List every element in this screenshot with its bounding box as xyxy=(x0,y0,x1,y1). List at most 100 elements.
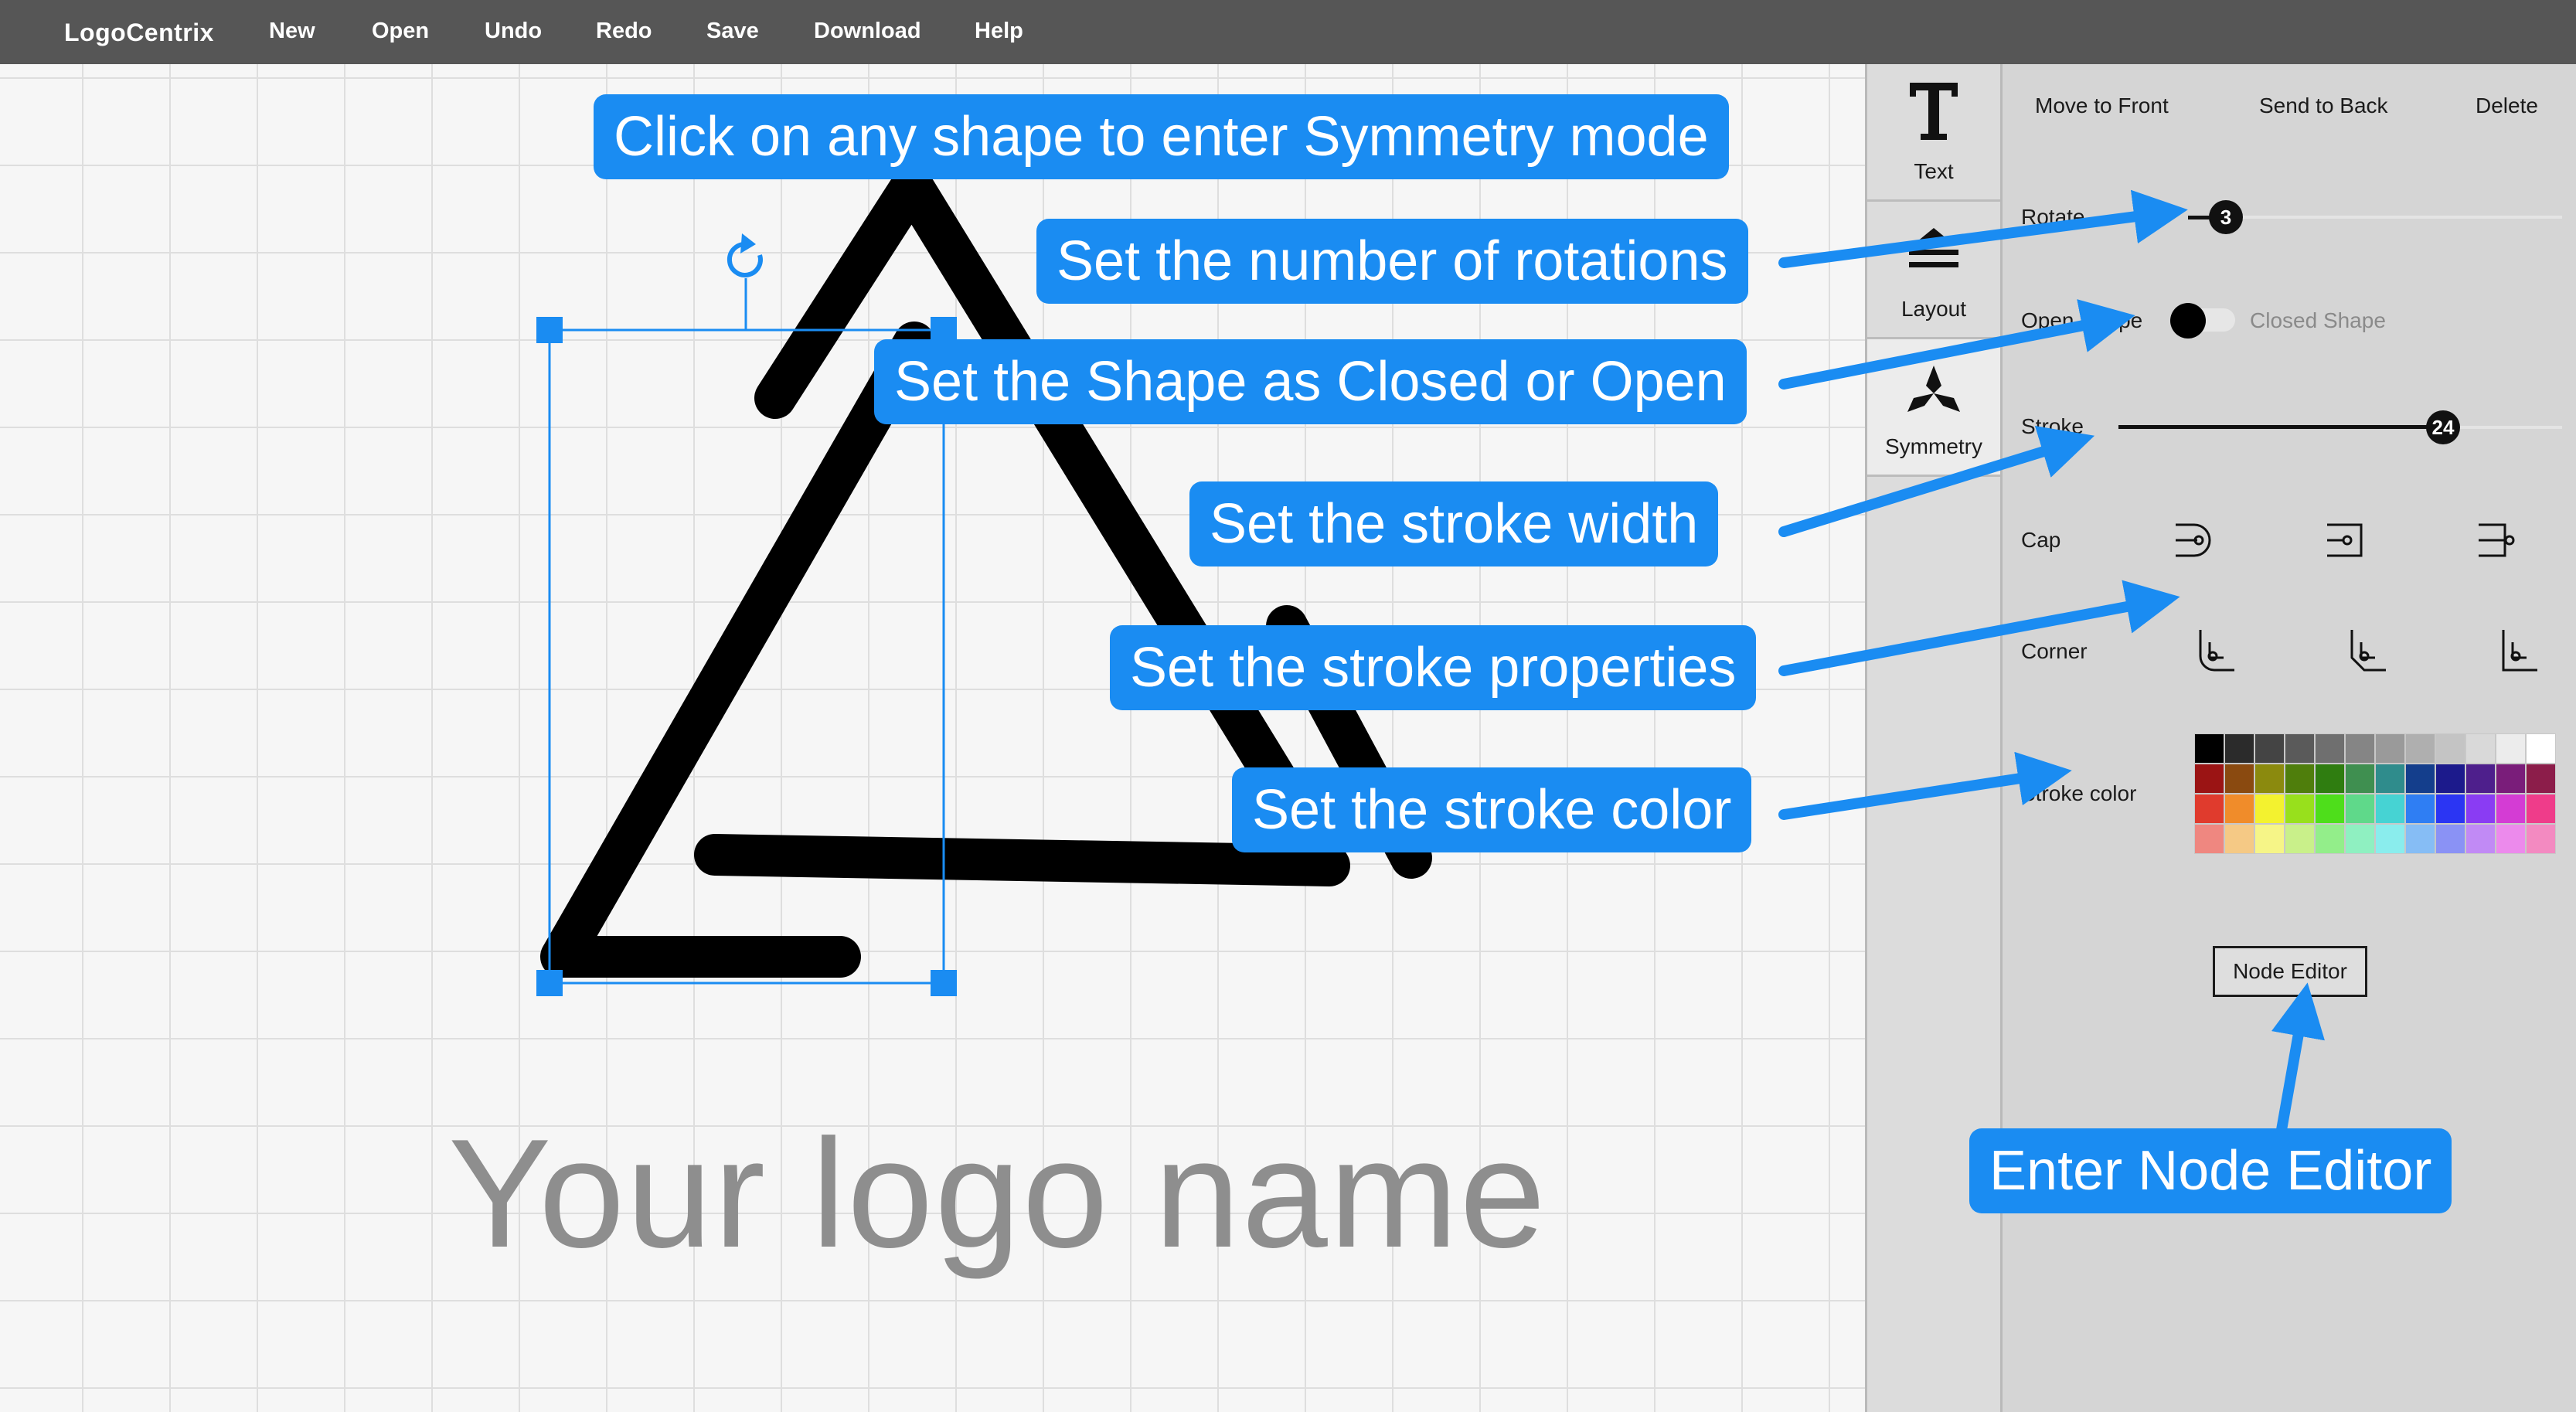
open-shape-label: Open Shape xyxy=(2021,308,2143,332)
color-swatch[interactable] xyxy=(2496,824,2526,854)
callout-node-editor: Enter Node Editor xyxy=(1969,1128,2452,1213)
color-swatch[interactable] xyxy=(2315,733,2345,764)
color-swatch[interactable] xyxy=(2224,794,2254,824)
stroke-color-label: Stroke color xyxy=(2021,781,2137,805)
rotate-label: Rotate xyxy=(2021,205,2085,229)
color-swatch[interactable] xyxy=(2224,733,2254,764)
color-swatch[interactable] xyxy=(2375,733,2405,764)
logo-name-text[interactable]: Your logo name xyxy=(448,1105,1547,1283)
color-swatch[interactable] xyxy=(2194,794,2224,824)
corner-label: Corner xyxy=(2021,639,2088,663)
color-swatch[interactable] xyxy=(2526,794,2556,824)
color-swatch[interactable] xyxy=(2405,824,2435,854)
color-swatch[interactable] xyxy=(2254,764,2285,794)
resize-handle-tl[interactable] xyxy=(536,317,563,343)
menu-download[interactable]: Download xyxy=(814,19,921,44)
color-swatch[interactable] xyxy=(2254,824,2285,854)
color-palette xyxy=(2194,733,2556,854)
color-swatch[interactable] xyxy=(2315,794,2345,824)
symmetry-tool-icon xyxy=(1907,366,1960,412)
color-swatch[interactable] xyxy=(2345,824,2375,854)
color-swatch[interactable] xyxy=(2465,824,2496,854)
color-swatch[interactable] xyxy=(2526,764,2556,794)
color-swatch[interactable] xyxy=(2435,824,2465,854)
color-swatch[interactable] xyxy=(2375,794,2405,824)
tool-text[interactable]: Text xyxy=(1867,64,2000,202)
tool-layout-label: Layout xyxy=(1901,297,1967,321)
color-swatch[interactable] xyxy=(2496,794,2526,824)
callout-closed-open: Set the Shape as Closed or Open xyxy=(874,339,1747,424)
round-cap-icon[interactable] xyxy=(2171,519,2217,562)
resize-handle-bl[interactable] xyxy=(536,970,563,996)
color-swatch[interactable] xyxy=(2194,764,2224,794)
bevel-corner-icon[interactable] xyxy=(2344,627,2391,673)
closed-shape-label: Closed Shape xyxy=(2250,308,2386,332)
color-swatch[interactable] xyxy=(2496,733,2526,764)
menu-new[interactable]: New xyxy=(269,19,315,44)
stroke-label: Stroke xyxy=(2021,414,2084,438)
app-root: LogoCentrix New Open Undo Redo Save Down… xyxy=(0,0,2576,1412)
stroke-slider-knob[interactable]: 24 xyxy=(2426,410,2460,444)
rotate-slider-knob[interactable]: 3 xyxy=(2209,200,2243,234)
callout-stroke-properties: Set the stroke properties xyxy=(1110,625,1757,710)
text-tool-icon xyxy=(1910,83,1958,140)
node-editor-button[interactable]: Node Editor xyxy=(2213,946,2367,997)
color-swatch[interactable] xyxy=(2496,764,2526,794)
round-corner-icon[interactable] xyxy=(2193,627,2239,673)
miter-corner-icon[interactable] xyxy=(2496,627,2542,673)
tool-symmetry[interactable]: Symmetry xyxy=(1867,339,2000,477)
color-swatch[interactable] xyxy=(2285,764,2315,794)
cap-label: Cap xyxy=(2021,528,2061,552)
color-swatch[interactable] xyxy=(2465,733,2496,764)
color-swatch[interactable] xyxy=(2526,733,2556,764)
resize-handle-br[interactable] xyxy=(931,970,957,996)
rotate-slider-track[interactable] xyxy=(2188,216,2562,219)
color-swatch[interactable] xyxy=(2254,794,2285,824)
delete-button[interactable]: Delete xyxy=(2476,94,2538,118)
color-swatch[interactable] xyxy=(2224,824,2254,854)
color-swatch[interactable] xyxy=(2285,824,2315,854)
color-swatch[interactable] xyxy=(2285,794,2315,824)
color-swatch[interactable] xyxy=(2405,764,2435,794)
app-brand[interactable]: LogoCentrix xyxy=(64,19,214,47)
menu-open[interactable]: Open xyxy=(372,19,429,44)
rotate-handle-icon[interactable] xyxy=(727,233,763,277)
color-swatch[interactable] xyxy=(2375,824,2405,854)
color-swatch[interactable] xyxy=(2224,764,2254,794)
color-swatch[interactable] xyxy=(2435,764,2465,794)
stroke-slider-fill xyxy=(2118,425,2443,429)
color-swatch[interactable] xyxy=(2345,794,2375,824)
send-to-back-button[interactable]: Send to Back xyxy=(2259,94,2388,118)
color-swatch[interactable] xyxy=(2194,824,2224,854)
butt-cap-icon[interactable] xyxy=(2474,519,2520,562)
color-swatch[interactable] xyxy=(2254,733,2285,764)
color-swatch[interactable] xyxy=(2435,733,2465,764)
shape-toggle-knob[interactable] xyxy=(2170,303,2206,339)
color-swatch[interactable] xyxy=(2345,733,2375,764)
layout-tool-icon xyxy=(1909,228,1958,267)
color-swatch[interactable] xyxy=(2375,764,2405,794)
tool-layout[interactable]: Layout xyxy=(1867,202,2000,339)
color-swatch[interactable] xyxy=(2194,733,2224,764)
color-swatch[interactable] xyxy=(2405,794,2435,824)
callout-stroke-color: Set the stroke color xyxy=(1232,767,1752,852)
color-swatch[interactable] xyxy=(2526,824,2556,854)
move-to-front-button[interactable]: Move to Front xyxy=(2035,94,2169,118)
color-swatch[interactable] xyxy=(2285,733,2315,764)
color-swatch[interactable] xyxy=(2405,733,2435,764)
callout-symmetry: Click on any shape to enter Symmetry mod… xyxy=(594,94,1729,179)
menu-undo[interactable]: Undo xyxy=(485,19,542,44)
color-swatch[interactable] xyxy=(2315,764,2345,794)
tool-symmetry-label: Symmetry xyxy=(1885,434,1982,458)
color-swatch[interactable] xyxy=(2315,824,2345,854)
menu-save[interactable]: Save xyxy=(706,19,759,44)
callout-stroke-width: Set the stroke width xyxy=(1189,481,1719,567)
menu-redo[interactable]: Redo xyxy=(596,19,652,44)
color-swatch[interactable] xyxy=(2465,794,2496,824)
menu-help[interactable]: Help xyxy=(975,19,1023,44)
color-swatch[interactable] xyxy=(2435,794,2465,824)
square-cap-icon[interactable] xyxy=(2322,519,2369,562)
menu-bar: LogoCentrix New Open Undo Redo Save Down… xyxy=(0,0,2576,64)
color-swatch[interactable] xyxy=(2345,764,2375,794)
color-swatch[interactable] xyxy=(2465,764,2496,794)
